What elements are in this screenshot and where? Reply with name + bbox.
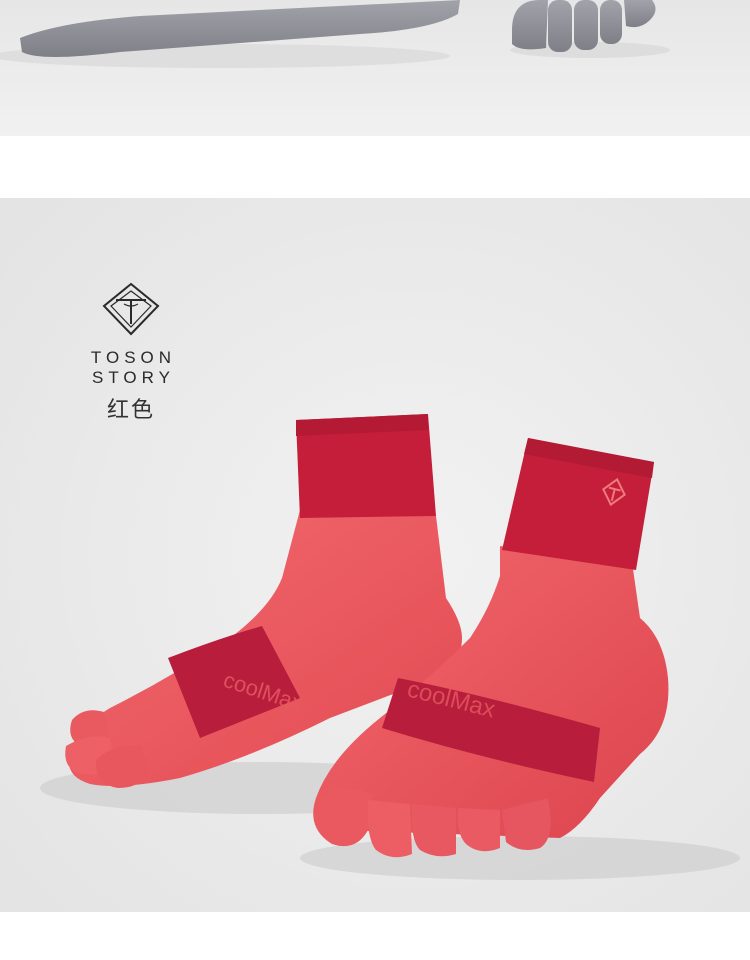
color-label: 红色	[106, 398, 155, 423]
red-socks-photo: coolMax coolMax TOSON STORY 红色	[0, 198, 750, 912]
bottom-margin	[0, 912, 750, 960]
brand-name: TOSON STORY	[90, 348, 177, 387]
grey-socks-illustration	[0, 0, 750, 136]
toson-diamond-logo-icon	[102, 282, 160, 336]
section-divider	[0, 136, 750, 198]
brand-block: TOSON STORY 红色	[40, 282, 222, 424]
grey-socks-photo	[0, 0, 750, 136]
